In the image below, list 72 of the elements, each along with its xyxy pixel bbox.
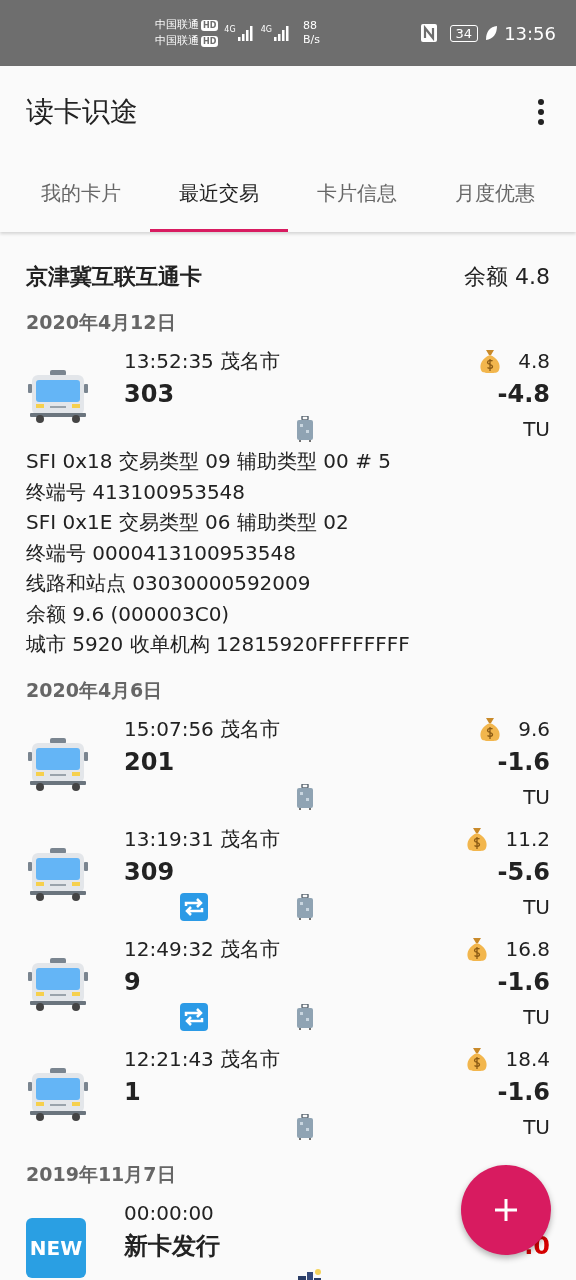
bus-icon [26,735,90,792]
hd-badge: HD [201,19,219,31]
date-header: 2020年4月12日 [26,310,177,335]
route-number: 303 [124,379,175,410]
detail-line: 线路和站点 03030000592009 [26,570,312,597]
new-badge: NEW [26,1217,86,1278]
currency-unit: TU [523,1003,550,1031]
transaction-amount: -1.6 [497,1076,550,1108]
app-title: 读卡识途 [26,94,138,130]
date-header: 2020年4月6日 [26,677,164,703]
transaction-time: 15:07:56 茂名市 [124,715,281,743]
currency-unit: TU [523,416,550,443]
balance-after: 11.2 [505,826,550,851]
card-balance: 余额 4.8 [464,263,550,291]
card-name: 京津冀互联互通卡 [26,263,202,291]
carrier-name: 中国联通 [155,17,199,33]
transaction-amount: -1.6 [497,746,550,778]
tab[interactable]: 最近交易 [150,158,288,232]
detail-line: 终端号 413100953548 [26,478,247,506]
transaction-amount: -5.6 [497,856,550,888]
add-button[interactable] [461,1165,551,1255]
transaction-time: 00:00:00 [124,1199,214,1227]
transaction-time: 13:52:35 茂名市 [124,348,281,375]
bus-icon [26,955,90,1012]
nfc-icon [419,23,438,43]
detail-line: SFI 0x18 交易类型 09 辅助类型 00 # 5 [26,448,392,475]
route-number: 309 [124,856,175,888]
balance-after: 16.8 [505,936,550,961]
luggage-icon [296,1003,314,1030]
detail-line: 余额 9.6 (000003C0) [26,600,231,628]
carrier-name: 中国联通 [155,33,199,49]
luggage-icon [296,416,314,442]
signal-icon [236,25,255,41]
route-number: 9 [124,966,141,998]
currency-unit: TU [523,893,550,921]
transaction-time: 12:21:43 茂名市 [124,1045,281,1073]
currency-unit: TU [523,783,550,811]
tab[interactable]: 卡片信息 [288,158,426,232]
network-label: 4G [260,25,272,34]
luggage-icon [296,1113,314,1140]
balance-after: 9.6 [518,716,550,741]
battery-indicator: 34 [449,24,479,42]
bus-icon [26,368,90,424]
balance-after: 18.4 [505,1046,550,1071]
network-speed: 88 [302,19,318,33]
currency-unit: TU [523,1113,550,1141]
luggage-icon [296,783,314,810]
transaction-time: 12:49:32 茂名市 [124,935,281,963]
transaction-amount: -1.6 [497,966,550,998]
tab[interactable]: 月度优惠 [426,158,564,232]
more-menu-icon[interactable] [536,98,546,126]
bus-icon [26,845,90,902]
signal-icon [272,25,291,41]
speed-unit: B/s [302,33,320,47]
clock: 13:56 [504,22,556,44]
plus-icon [492,1196,520,1224]
leaf-icon [484,25,499,41]
route-number: 1 [124,1076,141,1108]
detail-line: 城市 5920 收单机构 12815920FFFFFFFF [26,631,411,658]
detail-line: 终端号 0000413100953548 [26,539,297,567]
tab[interactable]: 我的卡片 [12,158,150,232]
transaction-time: 13:19:31 茂名市 [124,825,281,853]
network-label: 4G [224,25,236,34]
transaction-amount: -4.8 [497,379,550,410]
hd-badge: HD [201,35,219,47]
route-number: 新卡发行 [124,1230,220,1262]
balance-after: 4.8 [518,349,550,373]
date-header: 2019年11月7日 [26,1161,177,1187]
detail-line: SFI 0x1E 交易类型 06 辅助类型 02 [26,509,350,536]
bus-icon [26,1065,90,1122]
route-number: 201 [124,746,175,778]
luggage-icon [296,893,314,920]
